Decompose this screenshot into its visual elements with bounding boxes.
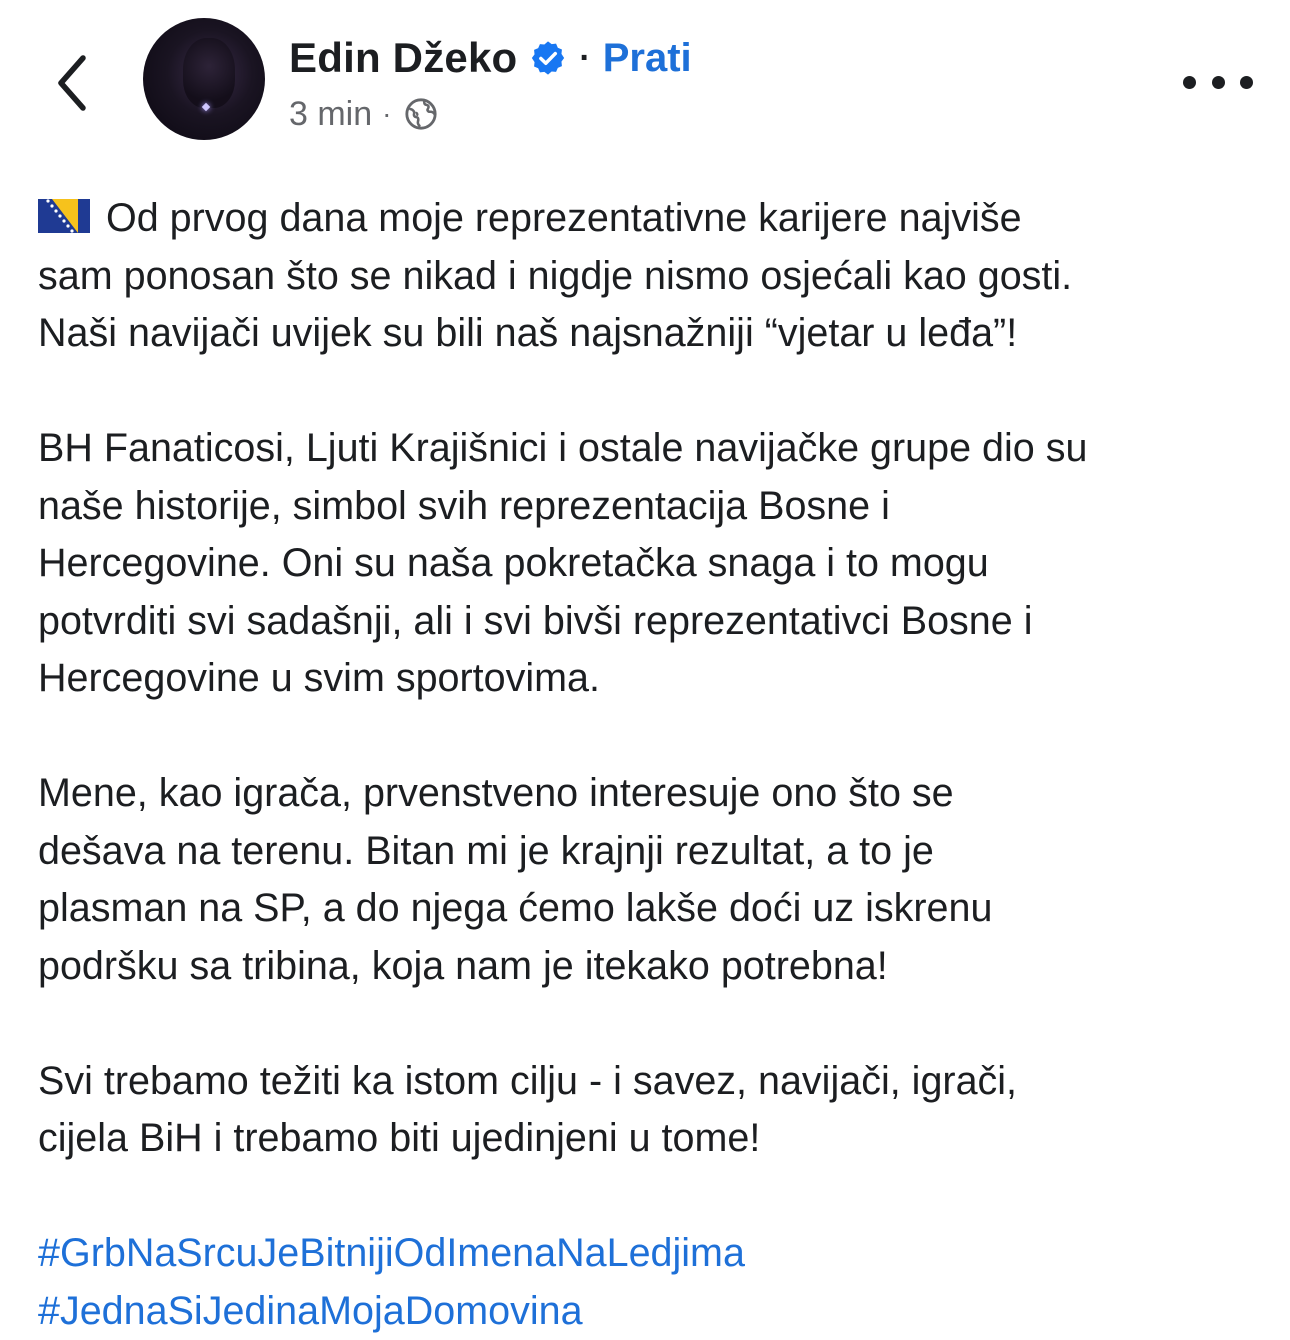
post-line: Hercegovine u svim sportovima.: [38, 650, 1268, 708]
verified-badge-icon: [529, 39, 567, 77]
hashtag-link[interactable]: #GrbNaSrcuJeBitnijiOdImenaNaLedjima: [38, 1225, 1268, 1283]
separator-dot: ·: [579, 39, 590, 78]
bosnia-flag-icon: [38, 199, 90, 233]
post-line: Mene, kao igrača, prvenstveno interesuje…: [38, 765, 1268, 823]
post-line: sam ponosan što se nikad i nigdje nismo …: [38, 248, 1268, 306]
post-paragraph: Svi trebamo težiti ka istom cilju - i sa…: [38, 1053, 1268, 1168]
post-header: Edin Džeko · Prati 3 min ·: [0, 0, 1290, 160]
hashtag-link[interactable]: #JednaSiJedinaMojaDomovina: [38, 1283, 1268, 1340]
author-row: Edin Džeko · Prati: [289, 30, 692, 86]
avatar[interactable]: [143, 18, 265, 140]
post-line: naše historije, simbol svih reprezentaci…: [38, 478, 1268, 536]
more-options-button[interactable]: [1183, 62, 1253, 102]
back-button[interactable]: [44, 48, 100, 118]
post-line-text: Od prvog dana moje reprezentativne karij…: [106, 196, 1022, 240]
follow-button[interactable]: Prati: [603, 36, 692, 81]
post-line: BH Fanaticosi, Ljuti Krajišnici i ostale…: [38, 420, 1268, 478]
author-name[interactable]: Edin Džeko: [289, 34, 517, 82]
post-line: Svi trebamo težiti ka istom cilju - i sa…: [38, 1053, 1268, 1111]
post-paragraph: Mene, kao igrača, prvenstveno interesuje…: [38, 765, 1268, 995]
post-line: cijela BiH i trebamo biti ujedinjeni u t…: [38, 1110, 1268, 1168]
more-dot: [1183, 76, 1196, 89]
post-line: potvrditi svi sadašnji, ali i svi bivši …: [38, 593, 1268, 651]
post-line: Od prvog dana moje reprezentativne karij…: [38, 190, 1268, 248]
post-meta: 3 min ·: [289, 92, 439, 136]
hashtag-list: #GrbNaSrcuJeBitnijiOdImenaNaLedjima #Jed…: [38, 1225, 1268, 1340]
post-line: Hercegovine. Oni su naša pokretačka snag…: [38, 535, 1268, 593]
globe-icon: [403, 96, 439, 132]
chevron-left-icon: [55, 54, 89, 112]
avatar-photo: [183, 38, 235, 108]
post-paragraph: Od prvog dana moje reprezentativne karij…: [38, 190, 1268, 363]
post-line: Naši navijači uvijek su bili naš najsnaž…: [38, 305, 1268, 363]
post-line: podršku sa tribina, koja nam je itekako …: [38, 938, 1268, 996]
more-dot: [1212, 76, 1225, 89]
post-text: Od prvog dana moje reprezentativne karij…: [38, 190, 1268, 1340]
timestamp[interactable]: 3 min: [289, 95, 372, 134]
post-line: plasman na SP, a do njega ćemo lakše doć…: [38, 880, 1268, 938]
post-line: dešava na terenu. Bitan mi je krajnji re…: [38, 823, 1268, 881]
meta-separator-dot: ·: [382, 98, 391, 130]
more-dot: [1240, 76, 1253, 89]
post-paragraph: BH Fanaticosi, Ljuti Krajišnici i ostale…: [38, 420, 1268, 708]
